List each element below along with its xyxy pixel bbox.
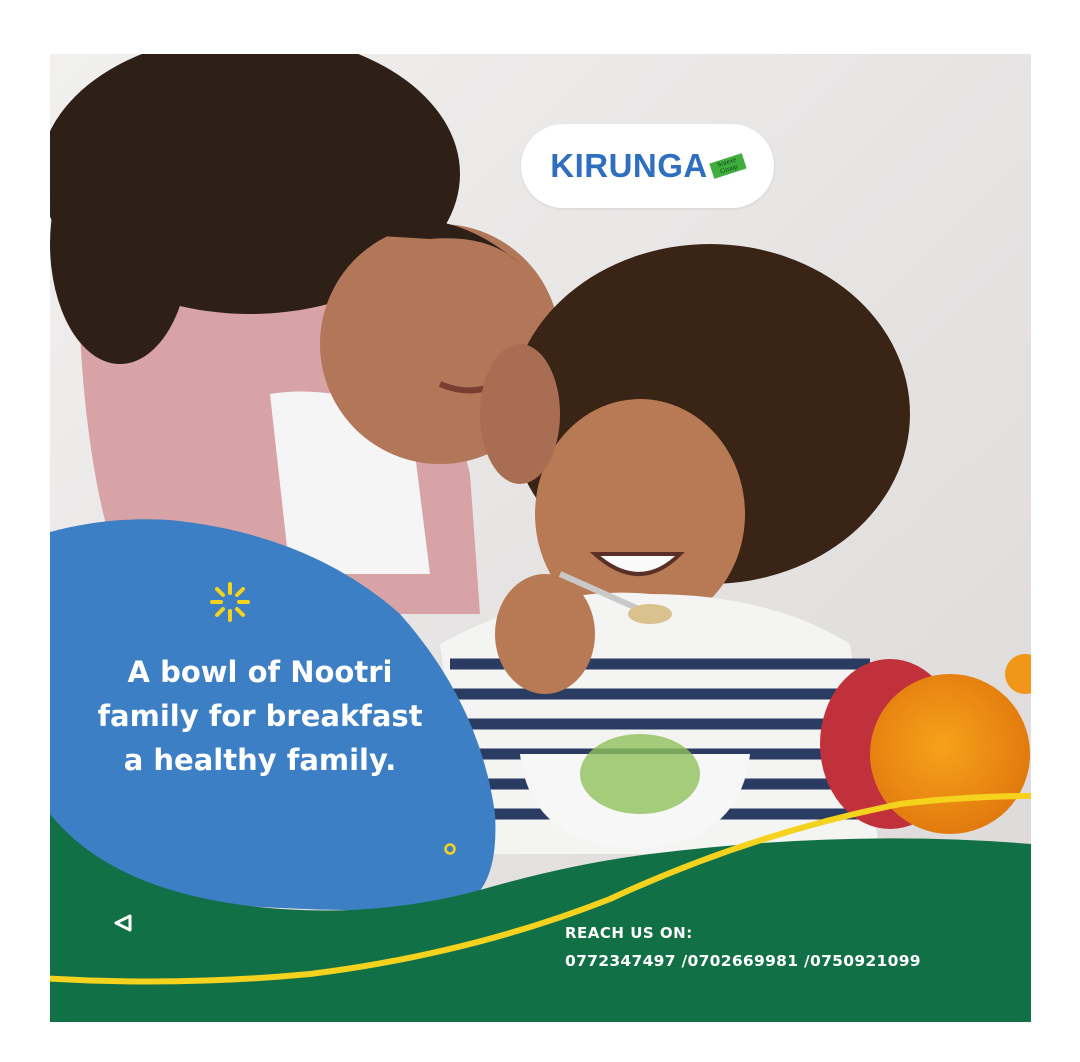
brand-logo-tag: Sorexe Group [709,153,747,179]
headline: A bowl of Nootri family for breakfast a … [70,650,450,782]
headline-line: family for breakfast [97,699,423,733]
headline-line: a healthy family. [123,743,397,777]
brand-logo-text: KIRUNGA [550,147,708,184]
logo-badge: KIRUNGA Sorexe Group [521,124,774,208]
contact-title: REACH US ON: [565,924,693,942]
contact-phones: 0772347497 /0702669981 /0750921099 [565,952,921,970]
ad-poster: KIRUNGA Sorexe Group A bowl of Nootri fa… [50,54,1031,1022]
headline-line: A bowl of Nootri [127,655,393,689]
